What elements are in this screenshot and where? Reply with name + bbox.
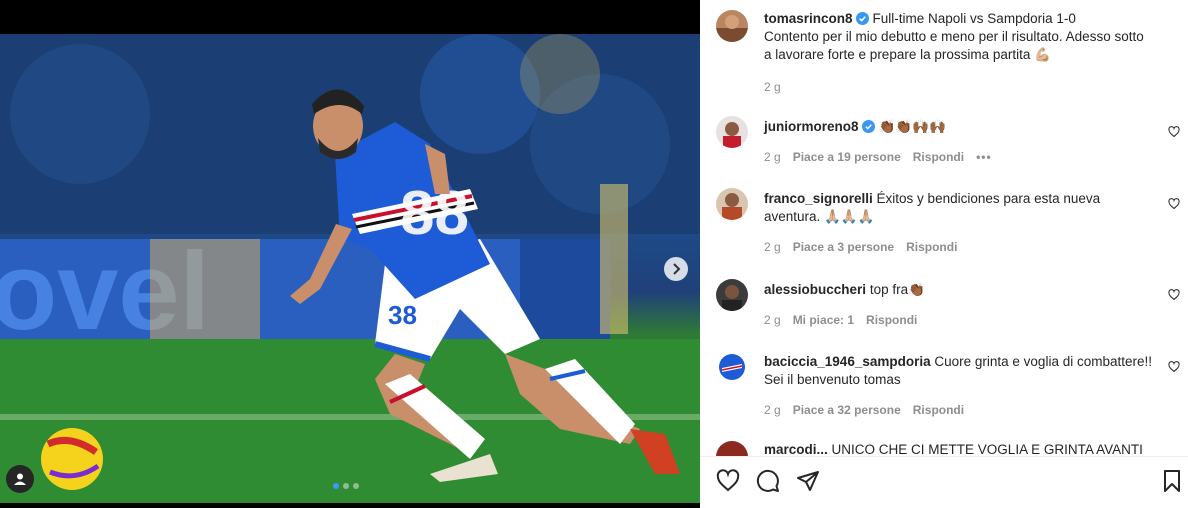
comment-like-icon[interactable]	[1168, 289, 1180, 301]
chevron-right-icon	[673, 263, 681, 275]
post-timestamp[interactable]: 2 g	[764, 80, 781, 94]
football-player-image: ovel 88 38	[0, 34, 700, 503]
comment-likes[interactable]: Mi piace: 1	[793, 313, 854, 327]
post-photo: ovel 88 38	[0, 34, 700, 503]
reply-button[interactable]: Rispondi	[913, 150, 964, 164]
share-icon[interactable]	[796, 469, 820, 493]
next-photo-button[interactable]	[664, 257, 688, 281]
comment-likes[interactable]: Piace a 19 persone	[793, 150, 901, 164]
comment-options-button[interactable]: •••	[976, 150, 992, 164]
comment-text: 👏🏾👏🏾🙌🏾🙌🏾	[878, 119, 946, 134]
comment-text: top fra👏🏾	[869, 282, 925, 297]
caption-body: Contento per il mio debutto e meno per i…	[764, 29, 1144, 62]
caption-title: Full-time Napoli vs Sampdoria 1-0	[872, 11, 1076, 26]
comment-text: UNICO CHE CI METTE VOGLIA E GRINTA AVANT…	[831, 442, 1143, 456]
comment-like-icon[interactable]	[1168, 126, 1180, 138]
post-action-bar	[700, 456, 1188, 508]
comment-like-icon[interactable]	[1168, 198, 1180, 210]
comment-timestamp[interactable]: 2 g	[764, 150, 781, 164]
avatar[interactable]	[716, 279, 748, 311]
reply-button[interactable]: Rispondi	[913, 403, 964, 417]
heart-icon[interactable]	[716, 469, 740, 493]
carousel-dot	[333, 483, 339, 489]
post-author[interactable]: tomasrincon8	[764, 11, 853, 26]
avatar[interactable]	[716, 188, 748, 220]
comment-username[interactable]: baciccia_1946_sampdoria	[764, 354, 931, 369]
verified-badge-icon	[855, 12, 869, 25]
avatar[interactable]	[716, 116, 748, 148]
comment-likes[interactable]: Piace a 32 persone	[793, 403, 901, 417]
bookmark-icon[interactable]	[1160, 469, 1184, 493]
carousel-dot	[343, 483, 349, 489]
carousel-pagination	[333, 483, 359, 489]
comment-timestamp[interactable]: 2 g	[764, 240, 781, 254]
comments-panel: tomasrincon8 Full-time Napoli vs Sampdori…	[700, 0, 1188, 508]
tagged-users-button[interactable]	[6, 465, 34, 493]
reply-button[interactable]: Rispondi	[906, 240, 957, 254]
comment-username[interactable]: alessiobuccheri	[764, 282, 866, 297]
post-media: ovel 88 38	[0, 0, 700, 508]
avatar[interactable]	[716, 351, 748, 383]
comment-username[interactable]: marcodi...	[764, 442, 828, 456]
avatar[interactable]	[716, 10, 748, 42]
user-tag-icon	[14, 473, 26, 485]
comment-timestamp[interactable]: 2 g	[764, 403, 781, 417]
comment-icon[interactable]	[756, 469, 780, 493]
comment-timestamp[interactable]: 2 g	[764, 313, 781, 327]
comment-likes[interactable]: Piace a 3 persone	[793, 240, 894, 254]
instagram-post-modal: ovel 88 38 tomasrincon8 Full-time Napoli…	[0, 0, 1188, 508]
reply-button[interactable]: Rispondi	[866, 313, 917, 327]
carousel-dot	[353, 483, 359, 489]
avatar[interactable]	[716, 441, 748, 456]
comment-username[interactable]: juniormoreno8	[764, 119, 859, 134]
comments-list: tomasrincon8 Full-time Napoli vs Sampdori…	[700, 0, 1188, 456]
verified-badge-icon	[861, 120, 875, 133]
shorts-number: 38	[388, 300, 417, 330]
comment-like-icon[interactable]	[1168, 361, 1180, 373]
comment-username[interactable]: franco_signorelli	[764, 191, 873, 206]
